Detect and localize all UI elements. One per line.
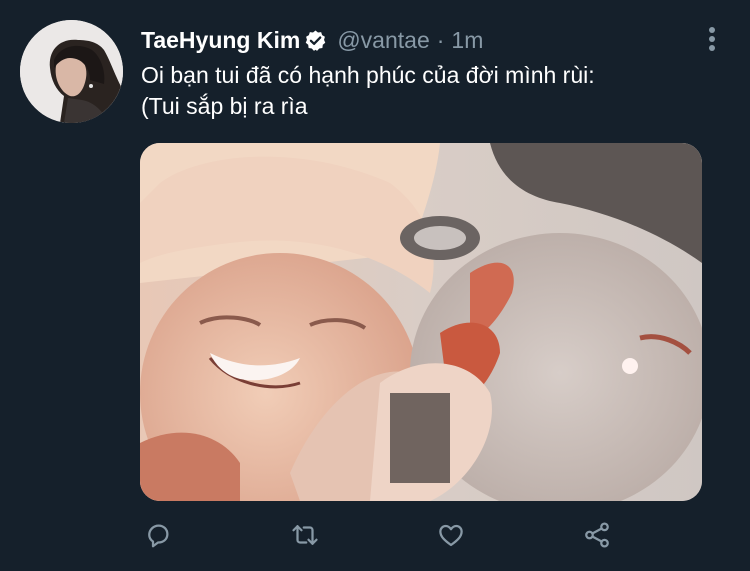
author-name[interactable]: TaeHyung Kim bbox=[141, 27, 300, 54]
tweet-timestamp[interactable]: 1m bbox=[451, 27, 483, 54]
retweet-button[interactable] bbox=[283, 515, 327, 559]
tweet-media-image[interactable] bbox=[140, 143, 702, 501]
tweet-text: Oi bạn tui đã có hạnh phúc của đời mình … bbox=[141, 62, 595, 119]
tweet-actions-bar bbox=[0, 515, 750, 559]
avatar-photo bbox=[20, 20, 123, 123]
tweet-header: TaeHyung Kim @vantae · 1m bbox=[141, 24, 483, 56]
verified-badge-icon bbox=[304, 29, 327, 52]
author-handle[interactable]: @vantae bbox=[337, 27, 429, 54]
reply-button[interactable] bbox=[136, 515, 180, 559]
reply-icon bbox=[143, 520, 173, 555]
more-options-icon[interactable] bbox=[708, 26, 716, 52]
tweet-card[interactable]: TaeHyung Kim @vantae · 1m Oi bạn tui đã … bbox=[0, 0, 750, 571]
share-button[interactable] bbox=[575, 515, 619, 559]
avatar[interactable] bbox=[20, 20, 123, 123]
like-button[interactable] bbox=[429, 515, 473, 559]
share-icon bbox=[582, 520, 612, 555]
like-heart-icon bbox=[436, 520, 466, 555]
media-photo bbox=[140, 143, 702, 501]
header-separator: · bbox=[436, 26, 445, 53]
retweet-icon bbox=[290, 520, 320, 555]
